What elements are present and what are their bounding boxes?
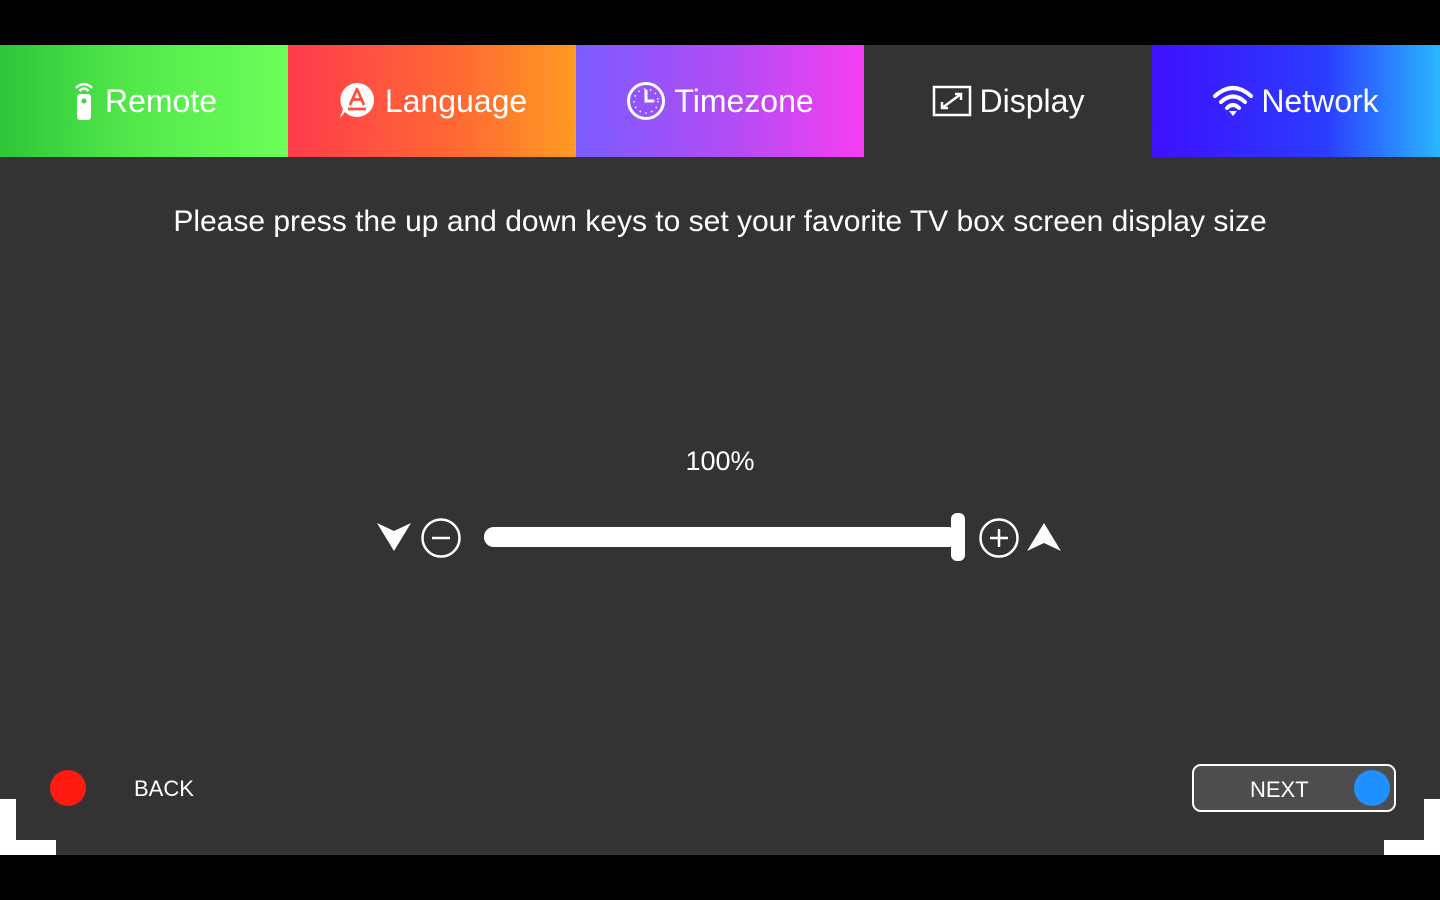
- next-button-label: NEXT: [1250, 777, 1309, 802]
- plus-circle-icon[interactable]: [978, 517, 1020, 564]
- remote-control-icon: [71, 80, 97, 122]
- tab-timezone-label: Timezone: [674, 82, 814, 119]
- tab-display-label: Display: [979, 82, 1085, 119]
- display-size-control: [376, 513, 1066, 563]
- display-size-percent: 100%: [685, 446, 755, 476]
- slider-fill: [484, 527, 958, 547]
- language-icon: [337, 81, 377, 121]
- back-button[interactable]: BACK: [134, 776, 194, 802]
- wifi-icon: [1213, 85, 1254, 117]
- tab-display[interactable]: Display: [864, 45, 1152, 157]
- corner-bracket-bottom-left-vertical: [0, 799, 16, 855]
- display-size-slider[interactable]: [484, 527, 958, 547]
- down-arrow-icon: [376, 521, 412, 558]
- clock-icon: [626, 81, 666, 121]
- next-button[interactable]: NEXT: [1192, 764, 1396, 812]
- tab-language[interactable]: Language: [288, 45, 576, 157]
- next-blue-key-indicator: [1354, 770, 1390, 806]
- up-arrow-icon: [1026, 521, 1062, 558]
- tab-language-label: Language: [384, 82, 528, 119]
- minus-circle-icon[interactable]: [420, 517, 462, 564]
- display-resize-icon: [932, 85, 972, 117]
- tab-timezone[interactable]: Timezone: [576, 45, 864, 157]
- tab-remote-label: Remote: [104, 82, 218, 119]
- setup-tabs: Remote Language Timezone Display Network: [0, 45, 1440, 157]
- tab-network-label: Network: [1261, 82, 1379, 119]
- corner-bracket-bottom-right-vertical: [1424, 799, 1440, 855]
- slider-thumb[interactable]: [951, 513, 965, 561]
- back-red-key-indicator: [50, 770, 86, 806]
- tab-remote[interactable]: Remote: [0, 45, 288, 157]
- tab-network[interactable]: Network: [1152, 45, 1440, 157]
- display-instruction: Please press the up and down keys to set…: [173, 205, 1267, 238]
